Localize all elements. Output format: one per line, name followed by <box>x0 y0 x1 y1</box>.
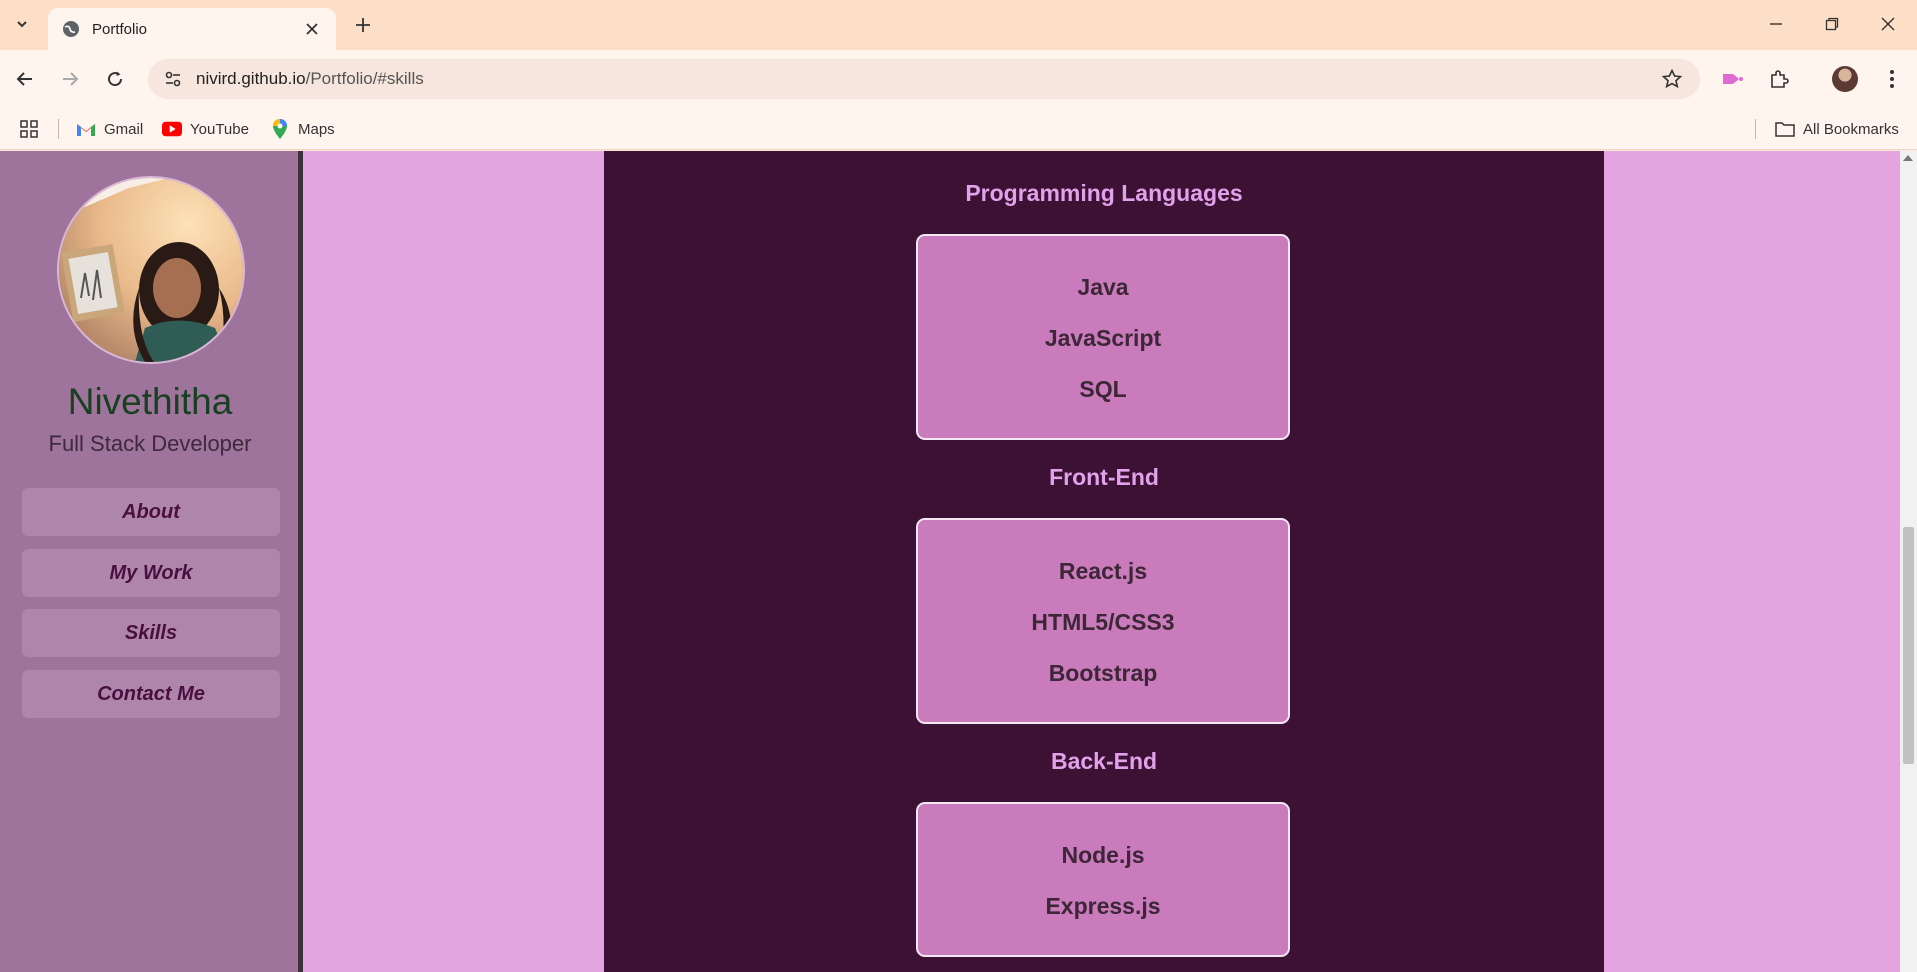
browser-menu-button[interactable] <box>1877 64 1907 94</box>
nav-skills-button[interactable]: Skills <box>22 609 280 657</box>
skill-item: HTML5/CSS3 <box>1031 609 1175 635</box>
skills-card-programming-languages: Java JavaScript SQL <box>916 234 1290 440</box>
bookmarks-bar: Gmail YouTube Maps All Bookmarks <box>0 108 1917 150</box>
tab-search-button[interactable] <box>8 10 36 38</box>
skill-item: SQL <box>1079 376 1127 402</box>
gmail-icon <box>76 120 96 138</box>
all-bookmarks-label: All Bookmarks <box>1803 120 1899 138</box>
section-title-front-end: Front-End <box>1049 464 1159 490</box>
restore-button[interactable] <box>1812 10 1852 38</box>
profile-avatar-button[interactable] <box>1830 64 1860 94</box>
chevron-down-icon <box>17 21 27 28</box>
profile-photo <box>57 176 245 364</box>
extensions-puzzle-icon[interactable] <box>1764 64 1794 94</box>
skills-card-front-end: React.js HTML5/CSS3 Bootstrap <box>916 518 1290 724</box>
close-tab-icon[interactable] <box>302 19 322 39</box>
tab-title: Portfolio <box>92 20 148 38</box>
bookmarks-separator <box>58 119 59 139</box>
profile-role: Full Stack Developer <box>48 431 252 456</box>
all-bookmarks-button[interactable]: All Bookmarks <box>1775 118 1899 140</box>
forward-button[interactable] <box>55 64 85 94</box>
close-icon <box>1881 17 1895 31</box>
folder-icon <box>1775 120 1795 138</box>
globe-icon <box>63 21 79 37</box>
apps-grid-icon <box>20 120 38 138</box>
url-text: nivird.github.io/Portfolio/#skills <box>196 69 424 89</box>
minimize-button[interactable] <box>1756 10 1796 38</box>
sidebar: Nivethitha Full Stack Developer About My… <box>0 151 303 972</box>
skill-item: JavaScript <box>1044 325 1162 351</box>
section-title-back-end: Back-End <box>1050 748 1158 774</box>
page-scrollbar[interactable] <box>1900 151 1917 972</box>
restore-icon <box>1825 17 1839 31</box>
profile-name: Nivethitha <box>67 381 233 422</box>
skill-item: React.js <box>1058 558 1148 584</box>
new-tab-button[interactable] <box>350 12 376 38</box>
minimize-icon <box>1770 23 1782 25</box>
bookmark-label: YouTube <box>190 120 249 138</box>
nav-contact-button[interactable]: Contact Me <box>22 670 280 718</box>
nav-about-button[interactable]: About <box>22 488 280 536</box>
tab-strip: Portfolio <box>0 0 1917 50</box>
back-button[interactable] <box>10 64 40 94</box>
more-vertical-icon <box>1890 70 1894 88</box>
profile-avatar-icon <box>1832 66 1858 92</box>
apps-button[interactable] <box>20 118 38 140</box>
bookmark-youtube[interactable]: YouTube <box>162 118 249 140</box>
scroll-up-arrow-icon[interactable] <box>1903 155 1913 161</box>
bookmark-gmail[interactable]: Gmail <box>76 118 143 140</box>
reload-button[interactable] <box>100 64 130 94</box>
url-path: /Portfolio/#skills <box>305 69 424 88</box>
skills-section: Programming Languages Java JavaScript SQ… <box>604 151 1604 972</box>
skill-item: Bootstrap <box>1048 660 1158 686</box>
extension-action-icon[interactable] <box>1718 64 1748 94</box>
skill-item: Express.js <box>1045 893 1161 919</box>
address-bar[interactable]: nivird.github.io/Portfolio/#skills <box>148 59 1700 99</box>
youtube-icon <box>162 120 182 138</box>
plus-icon <box>356 18 370 32</box>
close-window-button[interactable] <box>1868 10 1908 38</box>
arrow-right-icon <box>63 72 79 86</box>
browser-toolbar: nivird.github.io/Portfolio/#skills <box>0 50 1917 108</box>
bookmarks-separator <box>1755 119 1756 139</box>
section-title-programming-languages: Programming Languages <box>965 180 1243 206</box>
browser-tab[interactable]: Portfolio <box>48 8 336 50</box>
arrow-left-icon <box>16 72 32 86</box>
nav-my-work-button[interactable]: My Work <box>22 549 280 597</box>
reload-icon <box>108 71 123 87</box>
bookmark-label: Maps <box>298 120 335 138</box>
maps-pin-icon <box>270 119 290 139</box>
skill-item: Node.js <box>1061 842 1145 868</box>
url-host: nivird.github.io <box>196 69 306 88</box>
bookmark-star-icon[interactable] <box>1660 67 1684 91</box>
page-viewport: Nivethitha Full Stack Developer About My… <box>0 151 1900 972</box>
skills-card-back-end: Node.js Express.js <box>916 802 1290 957</box>
scrollbar-thumb[interactable] <box>1903 527 1914 764</box>
skill-item: Java <box>1077 274 1129 300</box>
bookmark-maps[interactable]: Maps <box>270 118 335 140</box>
bookmark-label: Gmail <box>104 120 144 138</box>
site-info-icon[interactable] <box>160 66 186 92</box>
